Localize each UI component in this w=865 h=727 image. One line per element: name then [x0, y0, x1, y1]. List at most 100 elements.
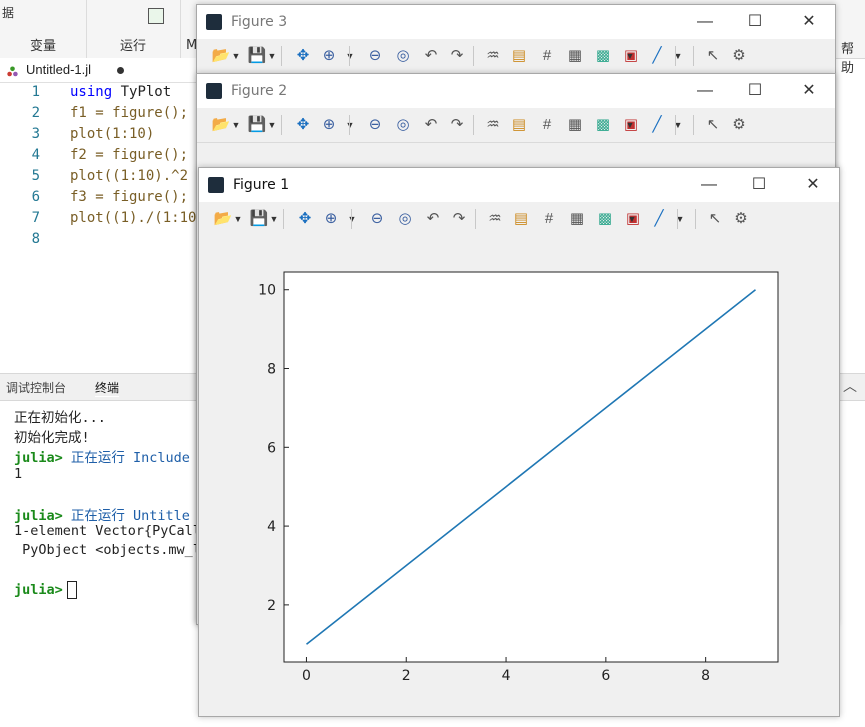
line-tool-icon[interactable]: ╱: [649, 210, 669, 228]
pan-icon[interactable]: ✥: [295, 210, 315, 228]
brush-icon[interactable]: ♒: [483, 47, 503, 65]
settings-icon[interactable]: ⚙: [731, 210, 751, 228]
undo-icon[interactable]: ↶: [423, 210, 443, 228]
code-line[interactable]: 8: [0, 231, 200, 252]
plot-area[interactable]: 0 2 4 6 8 2 4 6 8 10: [199, 236, 839, 716]
colormap-icon[interactable]: ▩: [593, 116, 613, 134]
legend-icon[interactable]: ▤: [509, 116, 529, 134]
zoom-out-icon[interactable]: ⊖: [365, 47, 385, 65]
line-number: 5: [31, 168, 40, 184]
editor-tab[interactable]: Untitled-1.jl: [0, 58, 200, 83]
line-number: 4: [31, 147, 40, 163]
toolbar-separator: [473, 46, 474, 66]
redo-icon[interactable]: ↷: [449, 210, 469, 228]
chevron-down-icon[interactable]: ▼: [267, 116, 277, 134]
zoom-in-icon[interactable]: ⊕: [321, 210, 341, 228]
minimize-button[interactable]: —: [683, 10, 727, 34]
code-line[interactable]: 3 plot(1:10): [0, 126, 200, 147]
figure-1-titlebar[interactable]: Figure 1 — ☐ ✕: [199, 168, 839, 202]
brush-icon[interactable]: ♒: [485, 210, 505, 228]
maximize-button[interactable]: ☐: [733, 10, 777, 34]
figure-1-window[interactable]: Figure 1 — ☐ ✕ 📂💾✥⊕⊖◎↶↷♒▤#▦▩▣╱↖⚙▼▼▼▼▼ 02…: [198, 167, 840, 717]
x-tick-label: 4: [502, 668, 511, 684]
figure-3-titlebar[interactable]: Figure 3 — ☐ ✕: [197, 5, 835, 39]
chevron-down-icon[interactable]: ▼: [625, 116, 635, 134]
tab-debug-console[interactable]: 调试控制台: [6, 379, 66, 396]
chevron-down-icon[interactable]: ▼: [347, 210, 357, 228]
code-line[interactable]: 6 f3 = figure();: [0, 189, 200, 210]
open-folder-icon[interactable]: 📂: [211, 116, 231, 134]
settings-icon[interactable]: ⚙: [729, 116, 749, 134]
ribbon-group-variables[interactable]: 据 变量: [0, 0, 87, 58]
ribbon-label-help[interactable]: 帮助: [841, 38, 865, 76]
colorbar-icon[interactable]: ▦: [567, 210, 587, 228]
line-tool-icon[interactable]: ╱: [647, 47, 667, 65]
chevron-down-icon[interactable]: ▼: [231, 116, 241, 134]
open-folder-icon[interactable]: 📂: [213, 210, 233, 228]
save-icon[interactable]: 💾: [247, 116, 267, 134]
close-button[interactable]: ✕: [787, 79, 831, 103]
save-icon[interactable]: 💾: [247, 47, 267, 65]
chevron-down-icon[interactable]: ▼: [625, 47, 635, 65]
figure-2-titlebar[interactable]: Figure 2 — ☐ ✕: [197, 74, 835, 108]
line-tool-icon[interactable]: ╱: [647, 116, 667, 134]
terminal-line: julia> 正在运行 Untitle: [14, 504, 190, 524]
legend-icon[interactable]: ▤: [509, 47, 529, 65]
chevron-down-icon[interactable]: ▼: [269, 210, 279, 228]
zoom-fit-icon[interactable]: ◎: [393, 47, 413, 65]
chevron-down-icon[interactable]: ▼: [627, 210, 637, 228]
colormap-icon[interactable]: ▩: [595, 210, 615, 228]
minimize-button[interactable]: —: [687, 173, 731, 197]
pointer-icon[interactable]: ↖: [703, 116, 723, 134]
pointer-icon[interactable]: ↖: [703, 47, 723, 65]
grid-icon[interactable]: #: [539, 210, 559, 228]
save-icon[interactable]: 💾: [249, 210, 269, 228]
redo-icon[interactable]: ↷: [447, 116, 467, 134]
legend-icon[interactable]: ▤: [511, 210, 531, 228]
open-folder-icon[interactable]: 📂: [211, 47, 231, 65]
chevron-down-icon[interactable]: ▼: [267, 47, 277, 65]
grid-icon[interactable]: #: [537, 47, 557, 65]
zoom-fit-icon[interactable]: ◎: [393, 116, 413, 134]
brush-icon[interactable]: ♒: [483, 116, 503, 134]
close-button[interactable]: ✕: [791, 173, 835, 197]
chevron-down-icon[interactable]: ▼: [345, 47, 355, 65]
code-line[interactable]: 2 f1 = figure();: [0, 105, 200, 126]
code-line[interactable]: 5 plot((1:10).^2: [0, 168, 200, 189]
chevron-up-icon[interactable]: ︿: [843, 376, 857, 396]
zoom-out-icon[interactable]: ⊖: [367, 210, 387, 228]
code-editor[interactable]: 1 using TyPlot 2 f1 = figure(); 3 plot(1:10) 4…: [0, 84, 200, 254]
line-chart[interactable]: 0 2 4 6 8 2 4 6 8 10: [199, 236, 839, 716]
julia-prompt: julia>: [14, 508, 63, 524]
pan-icon[interactable]: ✥: [293, 116, 313, 134]
code-token: f3 = figure();: [70, 189, 189, 205]
tab-terminal[interactable]: 终端: [95, 379, 120, 397]
grid-icon[interactable]: #: [537, 116, 557, 134]
maximize-button[interactable]: ☐: [733, 79, 777, 103]
undo-icon[interactable]: ↶: [421, 47, 441, 65]
maximize-button[interactable]: ☐: [737, 173, 781, 197]
pan-icon[interactable]: ✥: [293, 47, 313, 65]
chevron-down-icon[interactable]: ▼: [345, 116, 355, 134]
colorbar-icon[interactable]: ▦: [565, 47, 585, 65]
chevron-down-icon[interactable]: ▼: [231, 47, 241, 65]
ribbon-group-run[interactable]: 运行: [86, 0, 181, 58]
zoom-in-icon[interactable]: ⊕: [319, 116, 339, 134]
pointer-icon[interactable]: ↖: [705, 210, 725, 228]
settings-icon[interactable]: ⚙: [729, 47, 749, 65]
code-line[interactable]: 1 using TyPlot: [0, 84, 200, 105]
code-line[interactable]: 7 plot((1)./(1:10: [0, 210, 200, 231]
zoom-fit-icon[interactable]: ◎: [395, 210, 415, 228]
colormap-icon[interactable]: ▩: [593, 47, 613, 65]
redo-icon[interactable]: ↷: [447, 47, 467, 65]
unsaved-dot-icon[interactable]: [117, 67, 124, 74]
y-tick-label: 4: [267, 519, 276, 535]
minimize-button[interactable]: —: [683, 79, 727, 103]
close-button[interactable]: ✕: [787, 10, 831, 34]
zoom-out-icon[interactable]: ⊖: [365, 116, 385, 134]
colorbar-icon[interactable]: ▦: [565, 116, 585, 134]
zoom-in-icon[interactable]: ⊕: [319, 47, 339, 65]
code-line[interactable]: 4 f2 = figure();: [0, 147, 200, 168]
chevron-down-icon[interactable]: ▼: [233, 210, 243, 228]
undo-icon[interactable]: ↶: [421, 116, 441, 134]
